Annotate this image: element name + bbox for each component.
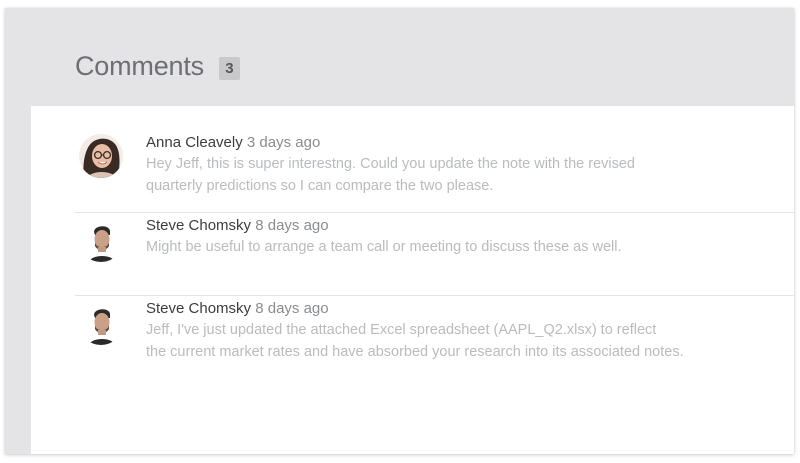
comment-meta: Steve Chomsky 8 days ago [146, 299, 786, 319]
comment-text-line: quarterly predictions so I can compare t… [146, 177, 494, 194]
comments-header: Comments 3 [75, 48, 240, 84]
comment-author[interactable]: Anna Cleavely [146, 134, 243, 151]
comment-body: Steve Chomsky 8 days ago Might be useful… [146, 216, 786, 259]
comment-list: Anna Cleavely 3 days ago Hey Jeff, this … [31, 106, 794, 454]
avatar-anna-cleavely[interactable] [79, 134, 123, 178]
comment-text: Hey Jeff, this is super interestng. Coul… [146, 154, 786, 197]
avatar-photo-icon [79, 134, 123, 178]
comment-author[interactable]: Steve Chomsky [146, 300, 251, 317]
comment-timestamp: 3 days ago [246, 134, 321, 151]
comment-timestamp: 8 days ago [255, 217, 329, 234]
comment-author[interactable]: Steve Chomsky [146, 217, 251, 234]
comment-meta: Anna Cleavely 3 days ago [146, 133, 786, 153]
comment-text-line: Hey Jeff, this is super interestng. Coul… [146, 156, 635, 172]
avatar-photo-icon [79, 301, 123, 345]
avatar-steve-chomsky[interactable] [79, 301, 123, 345]
comment-timestamp: 8 days ago [255, 300, 329, 317]
comment-meta: Steve Chomsky 8 days ago [146, 216, 786, 236]
comment-count-badge: 3 [218, 56, 240, 80]
page-title: Comments [75, 50, 204, 81]
comment-text: Might be useful to arrange a team call o… [146, 237, 786, 259]
comment-item: Anna Cleavely 3 days ago Hey Jeff, this … [75, 130, 794, 213]
comment-body: Steve Chomsky 8 days ago Jeff, I've just… [146, 299, 786, 363]
comment-text-line: Might be useful to arrange a team call o… [146, 239, 622, 255]
comment-text: Jeff, I've just updated the attached Exc… [146, 320, 786, 363]
comment-body: Anna Cleavely 3 days ago Hey Jeff, this … [146, 133, 786, 197]
comment-item: Steve Chomsky 8 days ago Jeff, I've just… [75, 296, 794, 396]
avatar-steve-chomsky[interactable] [79, 218, 123, 262]
comment-item: Steve Chomsky 8 days ago Might be useful… [75, 213, 794, 296]
comment-text-line: the current market rates and have absorb… [146, 343, 684, 360]
comment-text-line: Jeff, I've just updated the attached Exc… [146, 322, 657, 338]
avatar-photo-icon [79, 218, 123, 262]
comments-window: Comments 3 Anna Cleavely 3 days ago Hey … [5, 8, 794, 454]
